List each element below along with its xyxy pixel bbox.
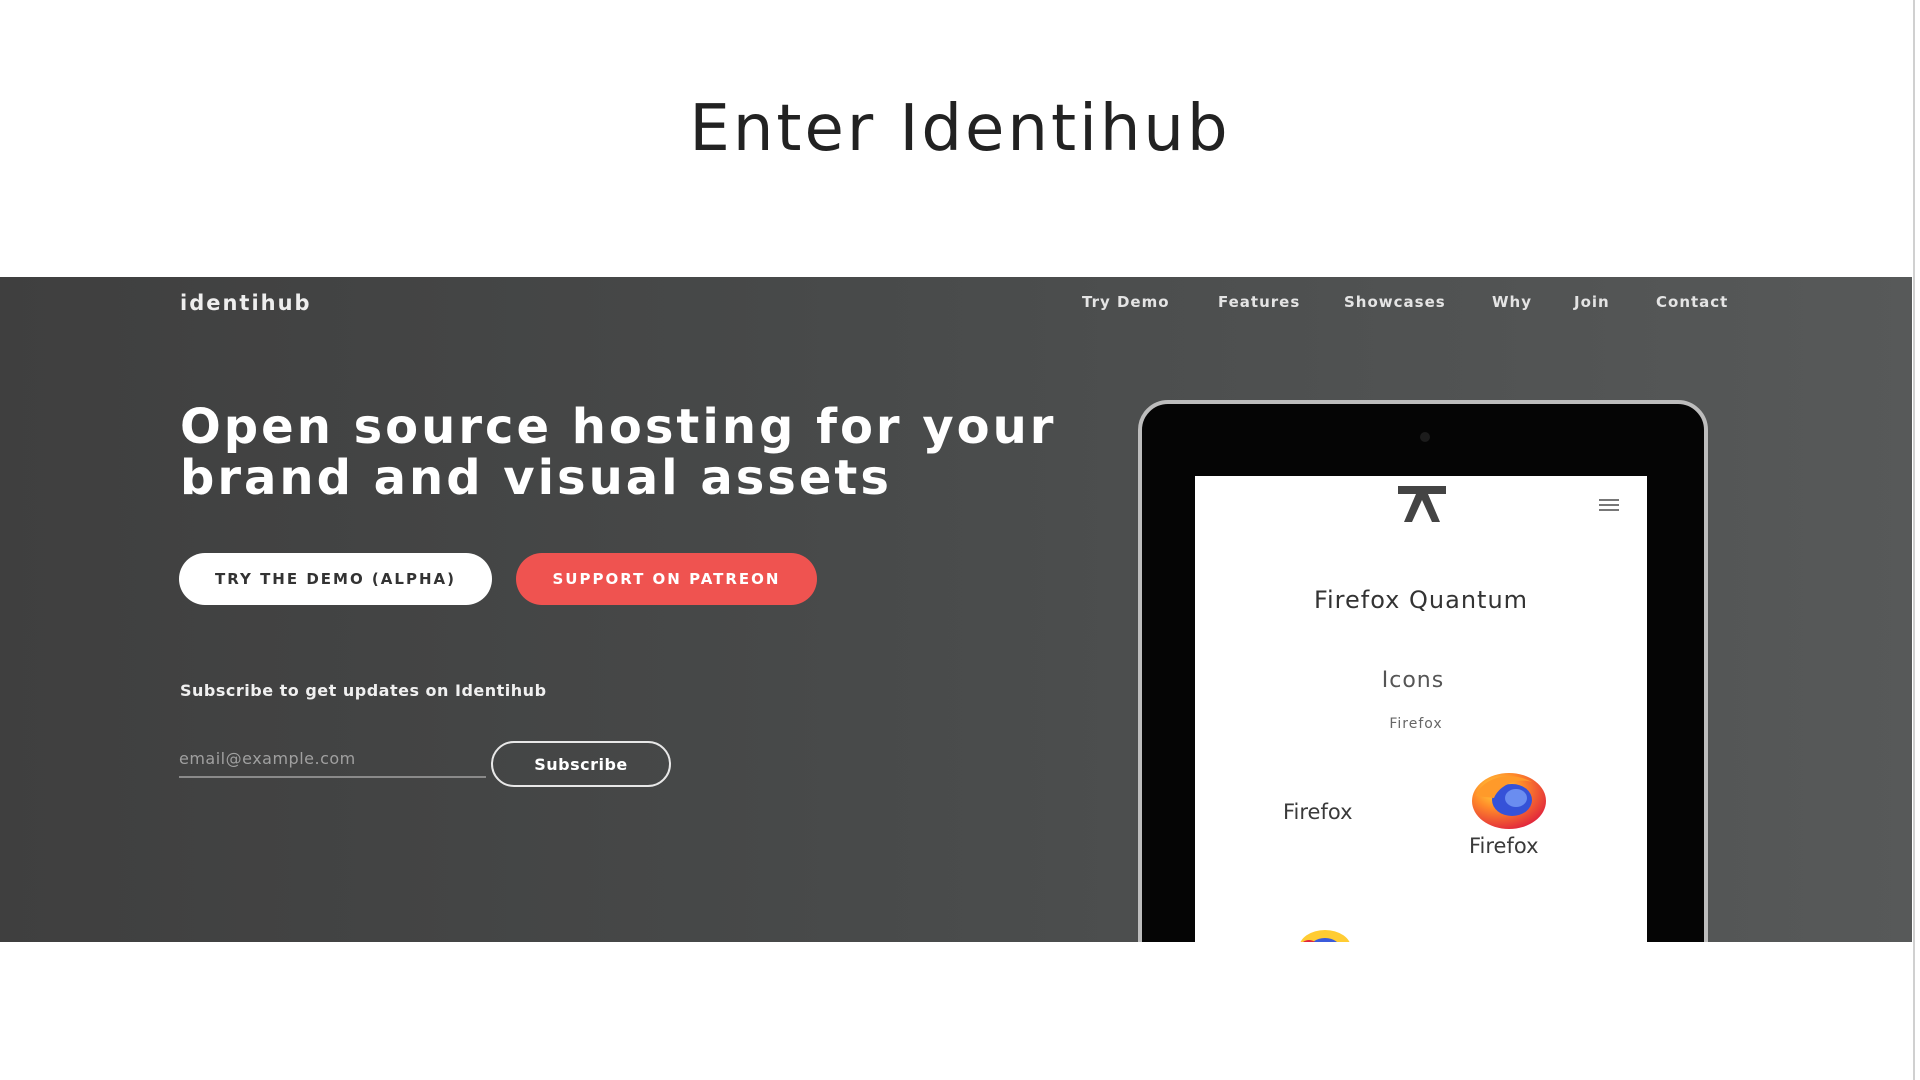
nav-contact[interactable]: Contact — [1656, 293, 1728, 311]
nav-try-demo[interactable]: Try Demo — [1082, 293, 1170, 311]
firefox-logo-icon — [1472, 773, 1546, 829]
website-hero: identihub Try Demo Features Showcases Wh… — [0, 277, 1912, 942]
nav-features[interactable]: Features — [1218, 293, 1300, 311]
firefox-logo-partial-icon — [1300, 930, 1350, 942]
slide-border — [1913, 0, 1915, 1080]
try-demo-button[interactable]: TRY THE DEMO (ALPHA) — [179, 553, 492, 605]
hero-headline: Open source hosting for your brand and v… — [180, 402, 1100, 504]
identihub-logo-icon — [1398, 486, 1446, 522]
nav-why[interactable]: Why — [1492, 293, 1532, 311]
screen-subtitle: Icons — [1381, 668, 1445, 693]
screen-tag: Firefox — [1389, 716, 1443, 732]
subscribe-button[interactable]: Subscribe — [491, 741, 671, 787]
tablet-screen: Firefox Quantum Icons Firefox Firefox Fi… — [1195, 476, 1647, 942]
hamburger-menu-icon[interactable] — [1599, 499, 1619, 513]
nav-showcases[interactable]: Showcases — [1344, 293, 1446, 311]
nav-join[interactable]: Join — [1574, 293, 1610, 311]
firefox-wordmark: Firefox — [1283, 800, 1353, 824]
slide-title: Enter Identihub — [689, 92, 1231, 166]
support-patreon-button[interactable]: SUPPORT ON PATREON — [516, 553, 817, 605]
subscribe-label: Subscribe to get updates on Identihub — [180, 681, 547, 700]
screen-title: Firefox Quantum — [1313, 586, 1529, 614]
firefox-logo-label: Firefox — [1469, 834, 1539, 858]
headline-line-1: Open source hosting for your — [180, 399, 1057, 455]
headline-line-2: brand and visual assets — [180, 450, 892, 506]
email-input[interactable] — [179, 740, 486, 778]
brand-logo-text[interactable]: identihub — [180, 291, 312, 315]
tablet-camera — [1420, 432, 1430, 442]
